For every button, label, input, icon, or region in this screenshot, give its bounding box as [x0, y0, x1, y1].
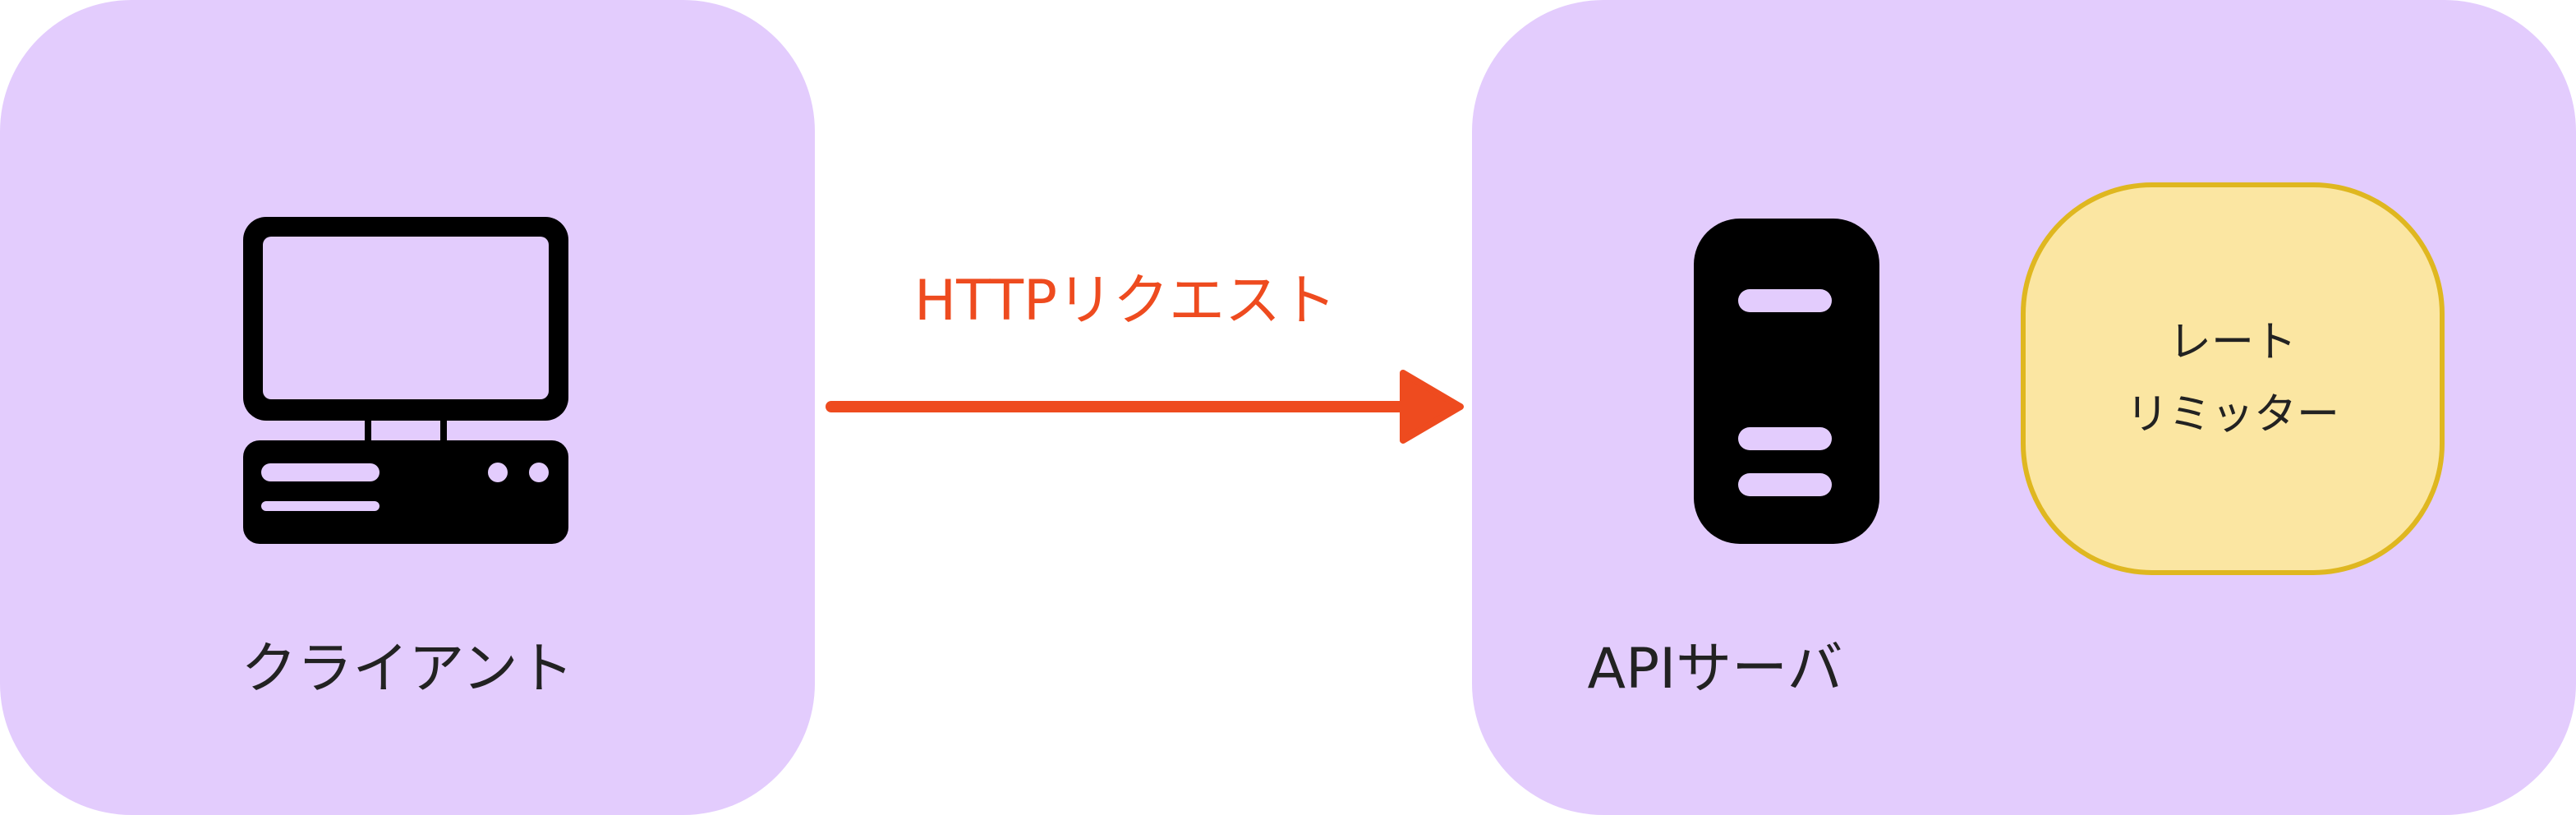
rate-limiter-label-line1: レート: [2168, 318, 2297, 367]
rate-limiter-label-line2: リミッター: [2125, 390, 2339, 440]
rate-limiter-box: レート リミッター: [2021, 182, 2445, 575]
server-icon: [1694, 219, 1879, 544]
http-request-label: HTTPリクエスト: [913, 269, 1337, 334]
api-server-label: APIサーバ: [1587, 637, 1843, 702]
client-label: クライアント: [241, 637, 574, 702]
desktop-computer-icon: [243, 217, 568, 544]
request-arrow: [826, 370, 1464, 444]
